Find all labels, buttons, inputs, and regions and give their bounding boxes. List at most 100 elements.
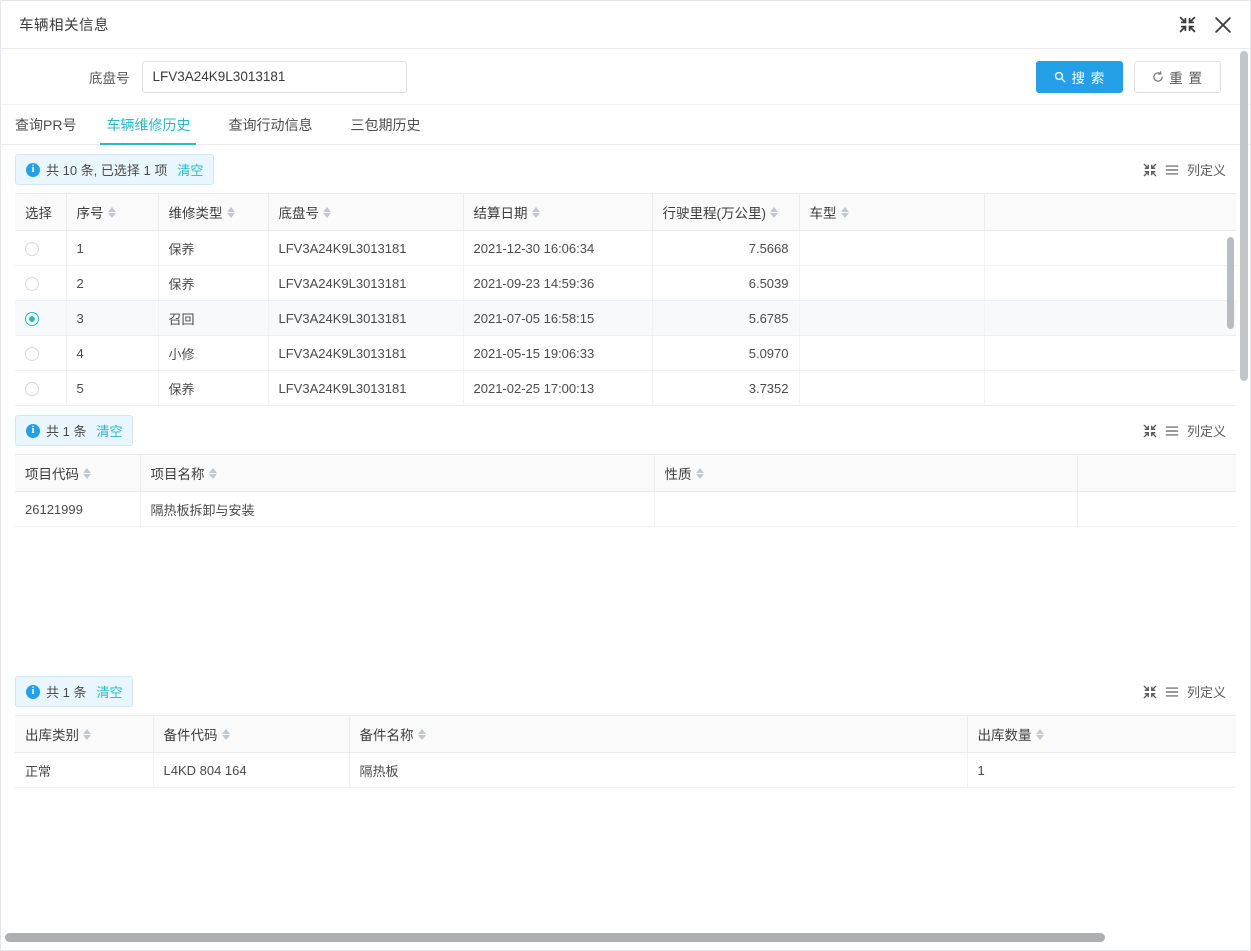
row-radio-selected[interactable] (25, 311, 39, 326)
page-horizontal-scrollbar-thumb[interactable] (5, 933, 1105, 942)
items-clear-link[interactable]: 清空 (96, 421, 122, 440)
tab-action-query[interactable]: 查询行动信息 (228, 115, 328, 144)
search-icon (1054, 71, 1066, 83)
list-icon[interactable] (1165, 685, 1179, 699)
column-header-item-nature[interactable]: 性质 (654, 454, 1078, 492)
search-button-label: 搜 索 (1071, 70, 1106, 86)
cell-chassis: LFV3A24K9L3013181 (268, 230, 464, 266)
column-header-repair-type-label: 维修类型 (168, 206, 223, 221)
chassis-label: 底盘号 (89, 70, 130, 86)
row-select-cell[interactable] (15, 335, 67, 371)
table-row[interactable]: 2 保养 LFV3A24K9L3013181 2021-09-23 14:59:… (15, 265, 1236, 301)
repair-history-vertical-scrollbar[interactable] (1227, 237, 1234, 329)
sort-icon[interactable] (83, 467, 91, 479)
column-header-part-code[interactable]: 备件代码 (153, 715, 350, 753)
row-select-cell[interactable] (15, 300, 67, 336)
column-header-item-nature-label: 性质 (664, 467, 692, 482)
sort-icon[interactable] (83, 728, 91, 740)
column-header-part-name[interactable]: 备件名称 (349, 715, 968, 753)
cell-repair-type: 小修 (158, 335, 269, 371)
row-radio[interactable] (25, 381, 39, 396)
repair-history-info-text: 共 10 条, 已选择 1 项 (46, 163, 168, 178)
tab-warranty-history[interactable]: 三包期历史 (350, 115, 436, 144)
table-row[interactable]: 1 保养 LFV3A24K9L3013181 2021-12-30 16:06:… (15, 230, 1236, 266)
repair-history-clear-link[interactable]: 清空 (177, 160, 203, 179)
close-icon[interactable] (1212, 14, 1234, 36)
row-radio[interactable] (25, 346, 39, 361)
cell-part-code: L4KD 804 164 (153, 752, 350, 788)
row-radio[interactable] (25, 241, 39, 256)
column-header-vehicle-model-label: 车型 (809, 206, 837, 221)
table-row[interactable]: 5 保养 LFV3A24K9L3013181 2021-02-25 17:00:… (15, 370, 1236, 405)
table-row[interactable]: 26121999 隔热板拆卸与安装 (15, 491, 1236, 527)
cell-repair-type: 保养 (158, 230, 269, 266)
parts-column-def-label[interactable]: 列定义 (1187, 682, 1226, 701)
column-header-settle-date[interactable]: 结算日期 (463, 193, 653, 231)
column-header-outbound-qty[interactable]: 出库数量 (967, 715, 1236, 753)
info-icon: i (26, 162, 40, 177)
cell-chassis: LFV3A24K9L3013181 (268, 370, 464, 405)
column-header-repair-type[interactable]: 维修类型 (158, 193, 269, 231)
tab-repair-history[interactable]: 车辆维修历史 (100, 115, 206, 145)
sort-icon[interactable] (840, 206, 849, 218)
compress-arrows-icon[interactable] (1143, 685, 1157, 699)
table-row[interactable]: 4 小修 LFV3A24K9L3013181 2021-05-15 19:06:… (15, 335, 1236, 371)
parts-table-body: 正常 L4KD 804 164 隔热板 1 (15, 752, 1236, 788)
compress-arrows-icon[interactable] (1176, 14, 1198, 36)
sort-icon[interactable] (323, 206, 331, 218)
page-horizontal-scrollbar-track[interactable] (5, 933, 1234, 942)
column-header-mileage[interactable]: 行驶里程(万公里) (652, 193, 800, 231)
row-select-cell[interactable] (15, 265, 67, 301)
parts-clear-link[interactable]: 清空 (96, 682, 122, 701)
cell-repair-type: 召回 (158, 300, 269, 336)
row-radio[interactable] (25, 276, 39, 291)
row-select-cell[interactable] (15, 406, 66, 407)
page-vertical-scrollbar-thumb[interactable] (1240, 51, 1248, 381)
sort-icon[interactable] (221, 728, 230, 740)
parts-table: 出库类别 备件代码 备件名称 出库数量 正常 L4KD 804 164 隔热板 … (15, 715, 1236, 788)
sort-icon[interactable] (1035, 728, 1044, 740)
cell-settle-date: 2021-07-05 16:58:15 (463, 300, 653, 336)
items-infobar: i 共 1 条 清空 (15, 415, 134, 446)
cell-item-nature (654, 491, 1078, 527)
compress-arrows-icon[interactable] (1143, 424, 1157, 438)
table-row[interactable]: 正常 L4KD 804 164 隔热板 1 (15, 752, 1236, 788)
column-header-chassis[interactable]: 底盘号 (268, 193, 464, 231)
search-button[interactable]: 搜 索 (1036, 60, 1124, 93)
list-icon[interactable] (1165, 424, 1179, 438)
sort-icon[interactable] (208, 467, 217, 479)
column-header-select[interactable]: 选择 (15, 193, 67, 231)
items-table-block: 项目代码 项目名称 性质 26121999 隔热板拆卸与安装 (1, 454, 1250, 667)
chassis-input[interactable] (141, 60, 407, 93)
sort-icon[interactable] (531, 206, 540, 218)
column-header-item-name[interactable]: 项目名称 (140, 454, 655, 492)
cell-chassis: LFV3A24K9L3013181 (268, 335, 464, 371)
sort-icon[interactable] (417, 728, 426, 740)
list-icon[interactable] (1165, 163, 1179, 177)
row-select-cell[interactable] (15, 370, 67, 405)
tab-pr-query[interactable]: 查询PR号 (15, 115, 78, 144)
sort-icon[interactable] (226, 206, 235, 218)
reset-button[interactable]: 重 置 (1134, 60, 1221, 93)
sort-icon[interactable] (107, 206, 116, 218)
column-header-vehicle-model[interactable]: 车型 (799, 193, 985, 231)
repair-history-column-def-label[interactable]: 列定义 (1187, 160, 1226, 179)
parts-table-block: 出库类别 备件代码 备件名称 出库数量 正常 L4KD 804 164 隔热板 … (1, 715, 1250, 898)
items-column-def-label[interactable]: 列定义 (1187, 421, 1226, 440)
parts-info-text: 共 1 条 (46, 685, 87, 700)
compress-arrows-icon[interactable] (1143, 163, 1157, 177)
row-select-cell[interactable] (15, 230, 67, 266)
table-row[interactable]: 3 召回 LFV3A24K9L3013181 2021-07-05 16:58:… (15, 300, 1236, 336)
sort-icon[interactable] (695, 467, 704, 479)
column-header-item-name-label: 项目名称 (150, 467, 205, 482)
column-header-outbound-qty-label: 出库数量 (977, 728, 1032, 743)
column-header-settle-date-label: 结算日期 (473, 206, 528, 221)
sort-icon[interactable] (770, 206, 778, 218)
column-header-item-code[interactable]: 项目代码 (15, 454, 141, 492)
column-header-seq[interactable]: 序号 (66, 193, 159, 231)
page-vertical-scrollbar-track[interactable] (1240, 51, 1248, 914)
table-row-partial[interactable] (15, 406, 1236, 407)
column-header-outbound-category[interactable]: 出库类别 (15, 715, 154, 753)
table-header-row: 出库类别 备件代码 备件名称 出库数量 (15, 715, 1236, 753)
cell-settle-date: 2021-05-15 19:06:33 (463, 335, 653, 371)
